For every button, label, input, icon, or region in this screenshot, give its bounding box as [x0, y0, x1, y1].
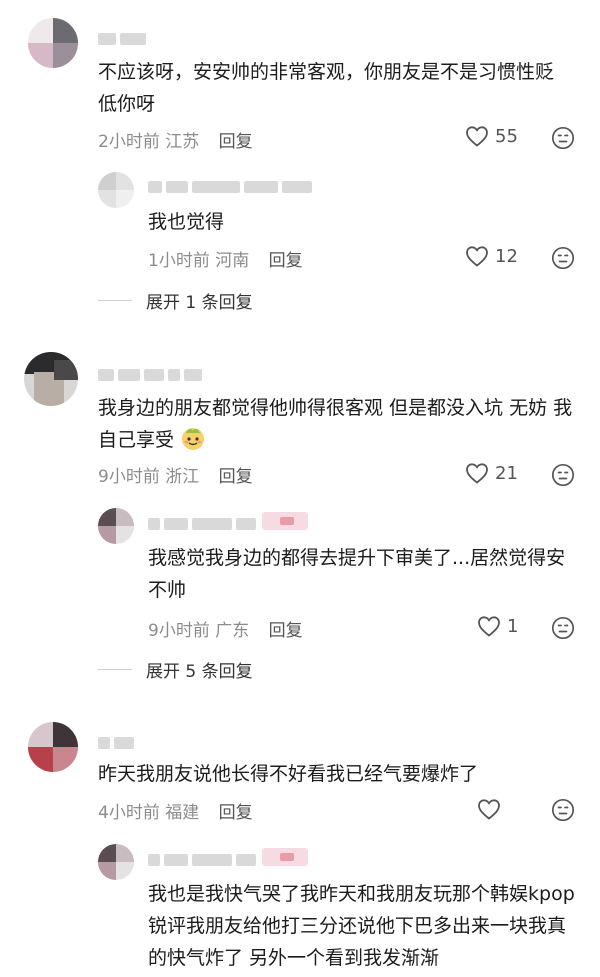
like-count: 12 [495, 245, 518, 267]
reply-button[interactable]: 回复 [219, 132, 253, 152]
username-blurred[interactable] [98, 30, 150, 45]
reply-avatar[interactable] [98, 508, 134, 544]
reply-meta: 1小时前 河南 回复 [148, 246, 303, 271]
like-button[interactable]: 21 [465, 462, 518, 484]
location: 河南 [215, 251, 250, 271]
avatar[interactable] [24, 352, 78, 406]
reply-avatar[interactable] [98, 172, 134, 208]
like-count: 55 [495, 125, 518, 147]
reply-button[interactable]: 回复 [269, 251, 303, 271]
reply-text: 我也觉得 [148, 211, 225, 233]
reply-text: 我也是我快气哭了我昨天和我朋友玩那个韩娱kpop锐评我朋友给他打三分还说他下巴多… [148, 883, 575, 969]
like-button[interactable]: 55 [465, 125, 518, 147]
user-badge-blurred [262, 512, 308, 530]
divider [98, 300, 132, 301]
timestamp: 9小时前 [148, 621, 210, 641]
expand-replies-label: 展开 1 条回复 [146, 293, 253, 313]
reply-username-blurred[interactable] [148, 851, 260, 866]
location: 江苏 [165, 132, 200, 152]
smiling-mascot-emoji [182, 428, 205, 450]
unhappy-face-icon[interactable] [551, 126, 575, 150]
like-count: 21 [495, 462, 518, 484]
unhappy-face-icon[interactable] [551, 798, 575, 822]
comment-text: 昨天我朋友说他长得不好看我已经气要爆炸了 [98, 763, 479, 785]
username-blurred[interactable] [98, 366, 206, 381]
divider [98, 669, 132, 670]
heart-outline-icon [466, 246, 488, 267]
like-button[interactable]: 1 [477, 615, 518, 637]
user-badge-blurred [262, 848, 308, 866]
comment-text: 我身边的朋友都觉得他帅得很客观 但是都没入坑 无妨 我自己享受 [98, 397, 573, 451]
unhappy-face-icon[interactable] [551, 463, 575, 487]
reply-button[interactable]: 回复 [269, 621, 303, 641]
avatar[interactable] [28, 18, 78, 68]
heart-outline-icon [466, 126, 488, 147]
username-blurred[interactable] [98, 734, 138, 749]
avatar[interactable] [28, 722, 78, 772]
reply-username-blurred[interactable] [148, 178, 316, 193]
like-button[interactable] [477, 798, 507, 820]
comment-meta: 9小时前 浙江 回复 [98, 462, 253, 487]
comment-meta: 4小时前 福建 回复 [98, 798, 253, 823]
reply-button[interactable]: 回复 [219, 803, 253, 823]
location: 广东 [215, 621, 250, 641]
heart-outline-icon [478, 616, 500, 637]
timestamp: 1小时前 [148, 251, 210, 271]
heart-outline-icon [466, 463, 488, 484]
reply-avatar[interactable] [98, 844, 134, 880]
timestamp: 4小时前 [98, 803, 160, 823]
timestamp: 2小时前 [98, 132, 160, 152]
reply-username-blurred[interactable] [148, 515, 260, 530]
expand-replies-button[interactable]: 展开 5 条回复 [98, 657, 253, 682]
expand-replies-button[interactable]: 展开 1 条回复 [98, 288, 253, 313]
like-count: 1 [507, 615, 519, 637]
location: 浙江 [165, 467, 200, 487]
reply-text: 我感觉我身边的都得去提升下审美了...居然觉得安不帅 [148, 547, 566, 601]
unhappy-face-icon[interactable] [551, 616, 575, 640]
reply-button[interactable]: 回复 [219, 467, 253, 487]
unhappy-face-icon[interactable] [551, 246, 575, 270]
timestamp: 9小时前 [98, 467, 160, 487]
like-button[interactable]: 12 [465, 245, 518, 267]
heart-outline-icon [478, 799, 500, 820]
location: 福建 [165, 803, 200, 823]
expand-replies-label: 展开 5 条回复 [146, 662, 253, 682]
reply-meta: 9小时前 广东 回复 [148, 616, 303, 641]
comment-meta: 2小时前 江苏 回复 [98, 127, 253, 152]
comment-text: 不应该呀，安安帅的非常客观，你朋友是不是习惯性贬低你呀 [98, 61, 555, 115]
